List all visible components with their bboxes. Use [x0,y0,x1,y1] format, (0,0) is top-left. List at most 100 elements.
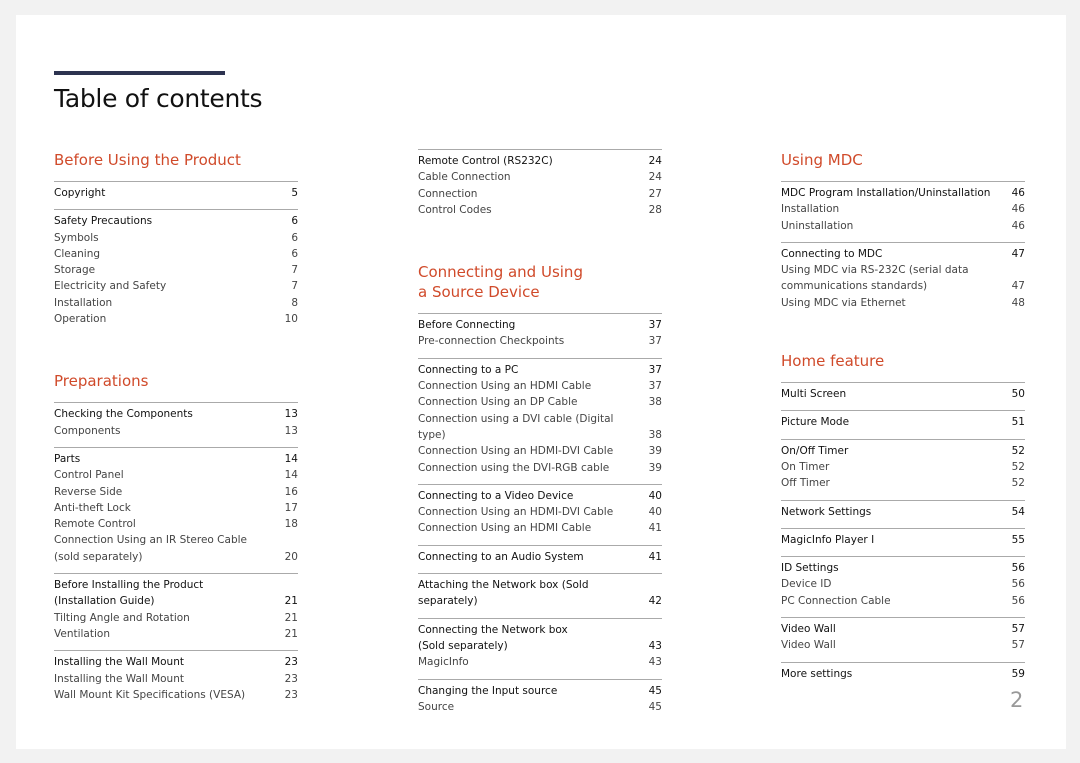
toc-entry[interactable]: More settings 59 [781,666,1025,682]
toc-subentry[interactable]: Using MDC via RS-232C (serial data commu… [781,262,1025,295]
toc-entry[interactable]: Connecting to an Audio System 41 [418,549,662,565]
toc-entry-page: 40 [648,506,662,519]
toc-section: Preparations Checking the Components 13 Com… [54,371,298,703]
toc-entry-page: 47 [1011,280,1025,293]
toc-entry[interactable]: Remote Control (RS232C) 24 [418,153,662,169]
toc-subentry[interactable]: Connection 27 [418,186,662,202]
toc-subentry[interactable]: Control Panel 14 [54,467,298,483]
toc-subentry[interactable]: Ventilation 21 [54,626,298,642]
toc-entry-label: Ventilation [54,627,110,640]
toc-entry[interactable]: On/Off Timer 52 [781,443,1025,459]
toc-subentry[interactable]: Source 45 [418,699,662,715]
toc-entry[interactable]: Connecting to MDC 47 [781,246,1025,262]
toc-subentry[interactable]: Control Codes 28 [418,202,662,218]
toc-subentry[interactable]: Using MDC via Ethernet 48 [781,295,1025,311]
toc-entry[interactable]: Video Wall 57 [781,621,1025,637]
toc-subentry[interactable]: Wall Mount Kit Specifications (VESA) 23 [54,687,298,703]
toc-subentry[interactable]: Tilting Angle and Rotation 21 [54,610,298,626]
toc-group: Network Settings 54 [781,499,1025,520]
toc-subentry[interactable]: Uninstallation 46 [781,218,1025,234]
toc-subentry[interactable]: On Timer 52 [781,459,1025,475]
toc-entry[interactable]: Changing the Input source 45 [418,683,662,699]
toc-entry[interactable]: Attaching the Network box (Sold separate… [418,577,662,610]
toc-entry[interactable]: Before Connecting 37 [418,317,662,333]
toc-subentry[interactable]: Anti-theft Lock 17 [54,500,298,516]
toc-entry[interactable]: Copyright 5 [54,185,298,201]
toc-entry-label: Uninstallation [781,219,854,232]
toc-subentry[interactable]: Electricity and Safety 7 [54,278,298,294]
toc-entry-page: 50 [1011,388,1025,401]
toc-subentry[interactable]: Installing the Wall Mount 23 [54,671,298,687]
toc-subentry[interactable]: Connection Using an HDMI Cable 37 [418,378,662,394]
toc-subentry[interactable]: Video Wall 57 [781,637,1025,653]
toc-group: Video Wall 57 Video Wall 57 [781,617,1025,654]
toc-subentry[interactable]: Connection Using an HDMI-DVI Cable 40 [418,504,662,520]
section-heading[interactable]: Home feature [781,351,1025,371]
toc-entry-label: Cleaning [54,247,101,260]
toc-entry[interactable]: Network Settings 54 [781,504,1025,520]
toc-entry[interactable]: Connecting to a PC 37 [418,362,662,378]
toc-entry[interactable]: Picture Mode 51 [781,414,1025,430]
toc-entry-page: 6 [291,215,298,228]
toc-entry-label: Connecting the Network box (Sold separat… [418,623,568,652]
toc-entry-label: Connection Using an IR Stereo Cable (sol… [54,534,247,563]
toc-entry-label: Electricity and Safety [54,280,167,293]
toc-subentry[interactable]: Connection using the DVI-RGB cable 39 [418,460,662,476]
toc-subentry[interactable]: PC Connection Cable 56 [781,593,1025,609]
toc-subentry[interactable]: Remote Control 18 [54,516,298,532]
toc-subentry[interactable]: Cleaning 6 [54,246,298,262]
toc-subentry[interactable]: Installation 46 [781,201,1025,217]
toc-subentry[interactable]: Reverse Side 16 [54,484,298,500]
toc-subentry[interactable]: MagicInfo 43 [418,654,662,670]
toc-entry-label: Remote Control [54,518,136,531]
toc-subentry[interactable]: Operation 10 [54,311,298,327]
toc-subentry[interactable]: Symbols 6 [54,230,298,246]
toc-subentry[interactable]: Connection using a DVI cable (Digital ty… [418,411,662,444]
section-heading[interactable]: Before Using the Product [54,150,298,170]
toc-entry[interactable]: Connecting the Network box (Sold separat… [418,622,662,655]
toc-subentry[interactable]: Connection Using an DP Cable 38 [418,394,662,410]
toc-group: MagicInfo Player I 55 [781,527,1025,548]
section-heading[interactable]: Preparations [54,371,298,391]
toc-entry-page: 41 [648,550,662,563]
section-heading[interactable]: Connecting and Using a Source Device [418,262,662,302]
toc-entry[interactable]: MagicInfo Player I 55 [781,532,1025,548]
toc-section: Home feature Multi Screen 50 Picture Mode 51… [781,351,1025,682]
toc-column-3: Using MDC MDC Program Installation/Uninst… [781,150,1025,682]
toc-entry-page: 14 [284,469,298,482]
toc-entry-page: 52 [1011,444,1025,457]
toc-entry-label: Checking the Components [54,408,193,421]
toc-entry[interactable]: Safety Precautions 6 [54,213,298,229]
toc-entry-label: Installing the Wall Mount [54,656,184,669]
toc-subentry[interactable]: Storage 7 [54,262,298,278]
toc-group: MDC Program Installation/Uninstallation 4… [781,181,1025,234]
toc-subentry[interactable]: Cable Connection 24 [418,169,662,185]
toc-entry[interactable]: Checking the Components 13 [54,406,298,422]
toc-entry-page: 57 [1011,639,1025,652]
toc-subentry[interactable]: Connection Using an IR Stereo Cable (sol… [54,532,298,565]
toc-entry[interactable]: Parts 14 [54,451,298,467]
toc-entry-label: Installation [54,296,113,309]
toc-subentry[interactable]: Off Timer 52 [781,475,1025,491]
toc-entry[interactable]: MDC Program Installation/Uninstallation 4… [781,185,1025,201]
toc-entry-page: 38 [648,396,662,409]
toc-entry-page: 18 [284,518,298,531]
toc-entry[interactable]: ID Settings 56 [781,560,1025,576]
toc-entry[interactable]: Connecting to a Video Device 40 [418,488,662,504]
toc-entry-label: Connection using the DVI-RGB cable [418,461,610,474]
section-heading[interactable]: Using MDC [781,150,1025,170]
toc-subentry[interactable]: Device ID 56 [781,576,1025,592]
toc-entry[interactable]: Multi Screen 50 [781,386,1025,402]
toc-entry-label: Before Installing the Product (Installat… [54,579,204,608]
toc-subentry[interactable]: Components 13 [54,423,298,439]
toc-subentry[interactable]: Connection Using an HDMI Cable 41 [418,520,662,536]
toc-entry-page: 52 [1011,477,1025,490]
toc-subentry[interactable]: Installation 8 [54,295,298,311]
toc-subentry[interactable]: Connection Using an HDMI-DVI Cable 39 [418,443,662,459]
toc-subentry[interactable]: Pre-connection Checkpoints 37 [418,333,662,349]
toc-entry-label: MagicInfo Player I [781,533,875,546]
toc-entry[interactable]: Before Installing the Product (Installat… [54,577,298,610]
toc-entry[interactable]: Installing the Wall Mount 23 [54,654,298,670]
toc-entry-page: 13 [284,408,298,421]
toc-entry-label: Connecting to a PC [418,363,519,376]
